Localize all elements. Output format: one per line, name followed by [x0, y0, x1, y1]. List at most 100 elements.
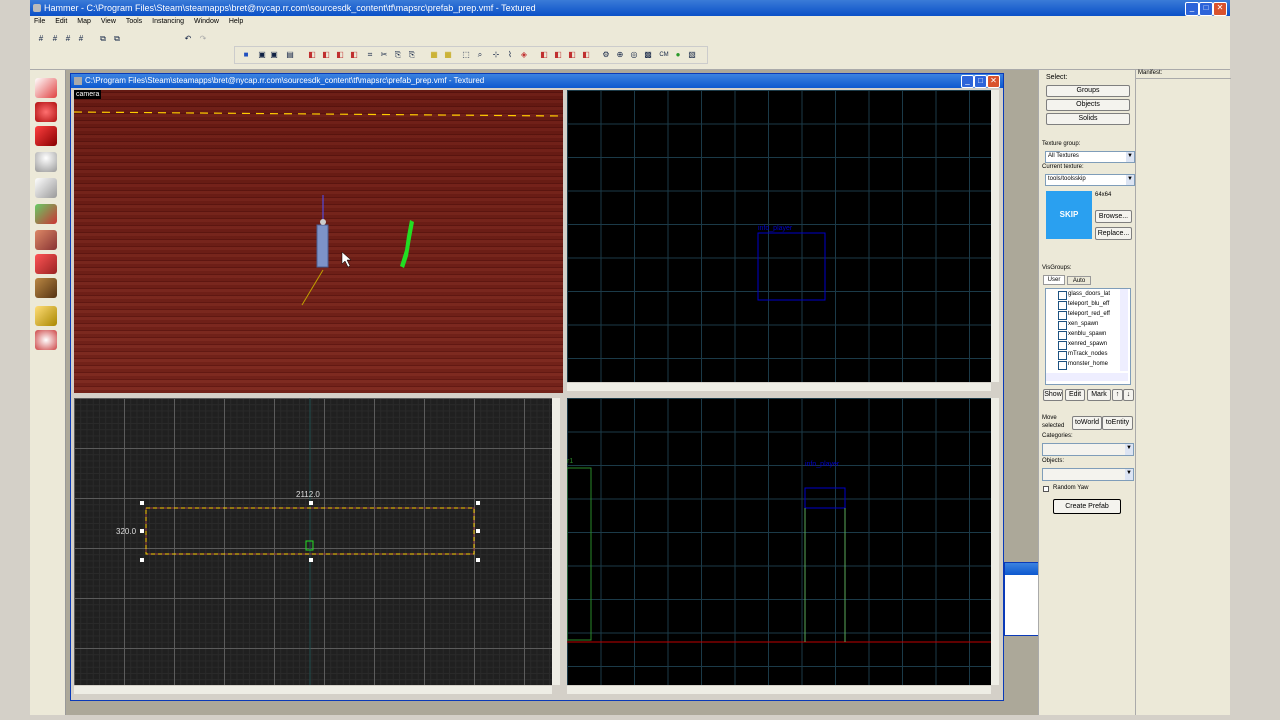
check-icon[interactable]: ◎: [629, 50, 639, 60]
select-groups-button[interactable]: Groups: [1046, 85, 1130, 97]
close-button[interactable]: ✕: [1213, 2, 1227, 16]
categories-select[interactable]: ▼: [1042, 443, 1134, 456]
grid-larger-icon[interactable]: #: [63, 34, 73, 44]
checkbox[interactable]: [1058, 301, 1067, 310]
front-vscroll[interactable]: [991, 90, 999, 382]
run-map-icon[interactable]: ⚙: [601, 50, 611, 60]
replace-button[interactable]: Replace...: [1095, 227, 1132, 240]
box-select-icon[interactable]: ⬚: [461, 50, 471, 60]
menu-window[interactable]: Window: [194, 18, 219, 25]
scale-icon[interactable]: ◧: [581, 50, 591, 60]
vertex-tool-icon[interactable]: [35, 330, 57, 350]
vertex-icon[interactable]: ⊹: [491, 50, 501, 60]
menu-map[interactable]: Map: [77, 18, 91, 25]
player-model[interactable]: [400, 220, 414, 268]
magnify-icon[interactable]: ▣: [257, 50, 267, 60]
menu-tools[interactable]: Tools: [126, 18, 142, 25]
clipping-tool-icon[interactable]: [35, 306, 57, 326]
side-brush-green[interactable]: [567, 467, 592, 641]
paste-icon[interactable]: ⎘: [407, 50, 417, 60]
hide-icon[interactable]: ▦: [429, 50, 439, 60]
selection-tool-icon[interactable]: [35, 78, 57, 98]
group-icon[interactable]: ⧉: [112, 34, 122, 44]
visgroup-hscroll[interactable]: [1046, 373, 1128, 381]
current-texture-select[interactable]: tools/toolsskip ▼: [1045, 174, 1135, 186]
grid-smaller-icon[interactable]: #: [50, 34, 60, 44]
to-world-button[interactable]: toWorld: [1072, 416, 1102, 430]
checkbox[interactable]: [1058, 291, 1067, 300]
list-item[interactable]: xenblu_spawn: [1058, 331, 1106, 340]
texture-tool-icon[interactable]: [35, 204, 57, 224]
cut-icon[interactable]: ✂: [379, 50, 389, 60]
doc-minimize-button[interactable]: _: [961, 75, 974, 88]
spawn-entity[interactable]: [316, 224, 329, 268]
side-brush-blue[interactable]: [804, 487, 846, 509]
doc-maximize-button[interactable]: □: [974, 75, 987, 88]
move-up-icon[interactable]: ↑: [1112, 389, 1123, 401]
list-item[interactable]: monster_home: [1058, 361, 1108, 370]
select-objects-button[interactable]: Objects: [1046, 99, 1130, 111]
checkbox[interactable]: [1058, 321, 1067, 330]
top-viewport[interactable]: 2112.0 320.0: [74, 398, 552, 685]
random-yaw-checkbox[interactable]: [1043, 486, 1049, 492]
menu-instancing[interactable]: Instancing: [152, 18, 184, 25]
texture-icon[interactable]: ◧: [321, 50, 331, 60]
browse-button[interactable]: Browse...: [1095, 210, 1132, 223]
texture-group-select[interactable]: All Textures ▼: [1045, 151, 1135, 163]
top-hscroll[interactable]: [74, 686, 552, 694]
create-prefab-button[interactable]: Create Prefab: [1053, 499, 1121, 514]
copy-icon[interactable]: ⎘: [393, 50, 403, 60]
tab-auto[interactable]: Auto: [1067, 276, 1091, 285]
menu-file[interactable]: File: [34, 18, 45, 25]
handle-bl[interactable]: [140, 558, 144, 562]
select-icon[interactable]: ■: [241, 50, 251, 60]
camera-tool-icon[interactable]: [35, 126, 57, 146]
handle-tc[interactable]: [309, 501, 313, 505]
apply-texture-tool-icon[interactable]: [35, 230, 57, 250]
list-item[interactable]: mTrack_nodes: [1058, 351, 1107, 360]
magnify-tool-icon[interactable]: [35, 102, 57, 122]
grid-icon[interactable]: #: [36, 34, 46, 44]
checkbox[interactable]: [1058, 351, 1067, 360]
move-icon[interactable]: ◧: [553, 50, 563, 60]
checkbox[interactable]: [1058, 331, 1067, 340]
undo-icon[interactable]: ↶: [183, 34, 193, 44]
handle-br[interactable]: [476, 558, 480, 562]
handle-bc[interactable]: [309, 558, 313, 562]
checkbox[interactable]: [1058, 341, 1067, 350]
handle-tl[interactable]: [140, 501, 144, 505]
zoom-icon[interactable]: ⌕: [475, 50, 485, 60]
objects-select[interactable]: ▼: [1042, 468, 1134, 481]
select-solids-button[interactable]: Solids: [1046, 113, 1130, 125]
green-sphere-icon[interactable]: ●: [673, 50, 683, 60]
side-hscroll[interactable]: [567, 686, 991, 694]
visgroup-vscroll[interactable]: [1120, 289, 1128, 371]
list-item[interactable]: teleport_red_eff: [1058, 311, 1110, 320]
front-viewport[interactable]: info_player: [567, 90, 991, 382]
vmf-icon[interactable]: ◧: [539, 50, 549, 60]
minimize-button[interactable]: _: [1185, 2, 1199, 16]
visgroup-list[interactable]: glass_doors_lat teleport_blu_eff telepor…: [1045, 288, 1131, 385]
entity-icon[interactable]: ▤: [285, 50, 295, 60]
handle-ml[interactable]: [140, 529, 144, 533]
manifest-icon[interactable]: ▧: [687, 50, 697, 60]
side-vscroll[interactable]: [991, 398, 999, 685]
mark-button[interactable]: Mark: [1087, 389, 1111, 401]
list-item[interactable]: teleport_blu_eff: [1058, 301, 1109, 310]
handle-tr[interactable]: [476, 501, 480, 505]
to-entity-button[interactable]: toEntity: [1102, 416, 1133, 430]
menu-edit[interactable]: Edit: [55, 18, 67, 25]
list-item[interactable]: glass_doors_lat: [1058, 291, 1110, 300]
checkbox[interactable]: [1058, 361, 1067, 370]
block-tool-icon[interactable]: [35, 178, 57, 198]
list-item[interactable]: xen_spawn: [1058, 321, 1098, 330]
globe-icon[interactable]: ⊕: [615, 50, 625, 60]
brush-outline[interactable]: [757, 232, 826, 301]
show-button[interactable]: Show: [1043, 389, 1063, 401]
maximize-button[interactable]: □: [1199, 2, 1213, 16]
texture-preview[interactable]: SKIP: [1046, 191, 1092, 239]
list-item[interactable]: xenred_spawn: [1058, 341, 1107, 350]
rotate-icon[interactable]: ◧: [567, 50, 577, 60]
flip-icon[interactable]: ◈: [519, 50, 529, 60]
top-vscroll[interactable]: [552, 398, 560, 685]
